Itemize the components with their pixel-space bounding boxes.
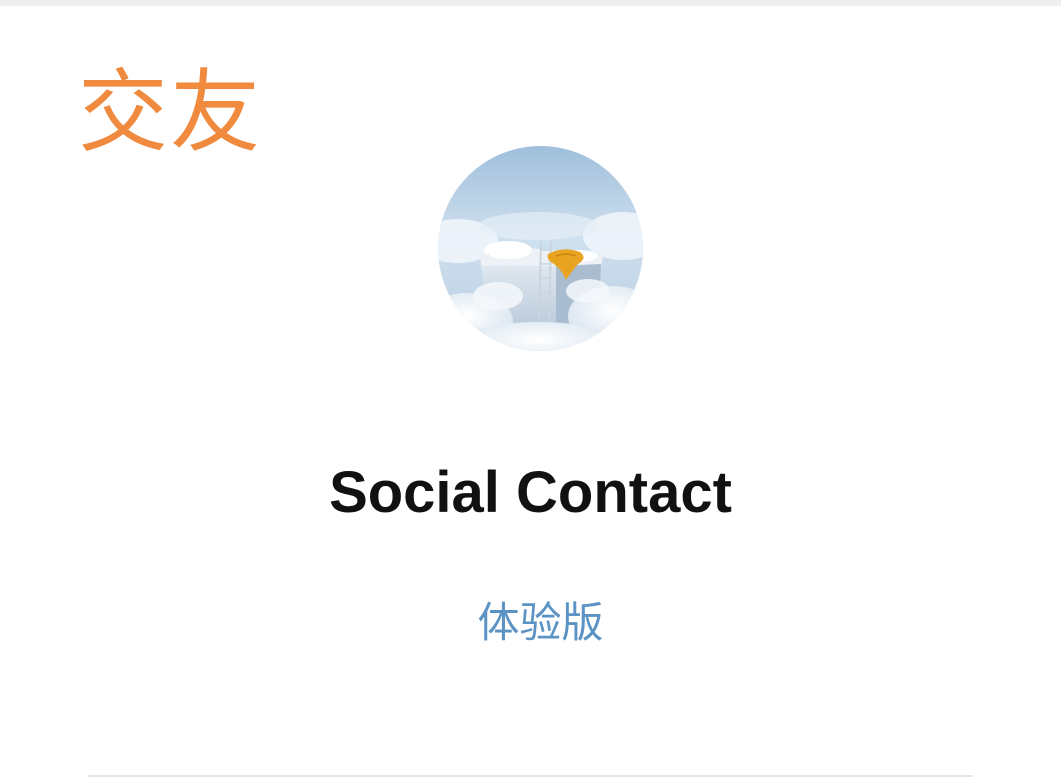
category-title: 交友 xyxy=(78,60,262,165)
app-avatar[interactable] xyxy=(438,146,643,351)
top-border xyxy=(0,0,1061,6)
mini-program-profile-page: 交友 Social Contact 体验版 xyxy=(0,0,1061,779)
version-badge: 体验版 xyxy=(477,598,604,647)
cloud-gift-box-avatar-icon xyxy=(438,146,643,351)
app-name: Social Contact xyxy=(329,460,732,525)
section-divider xyxy=(88,775,973,777)
